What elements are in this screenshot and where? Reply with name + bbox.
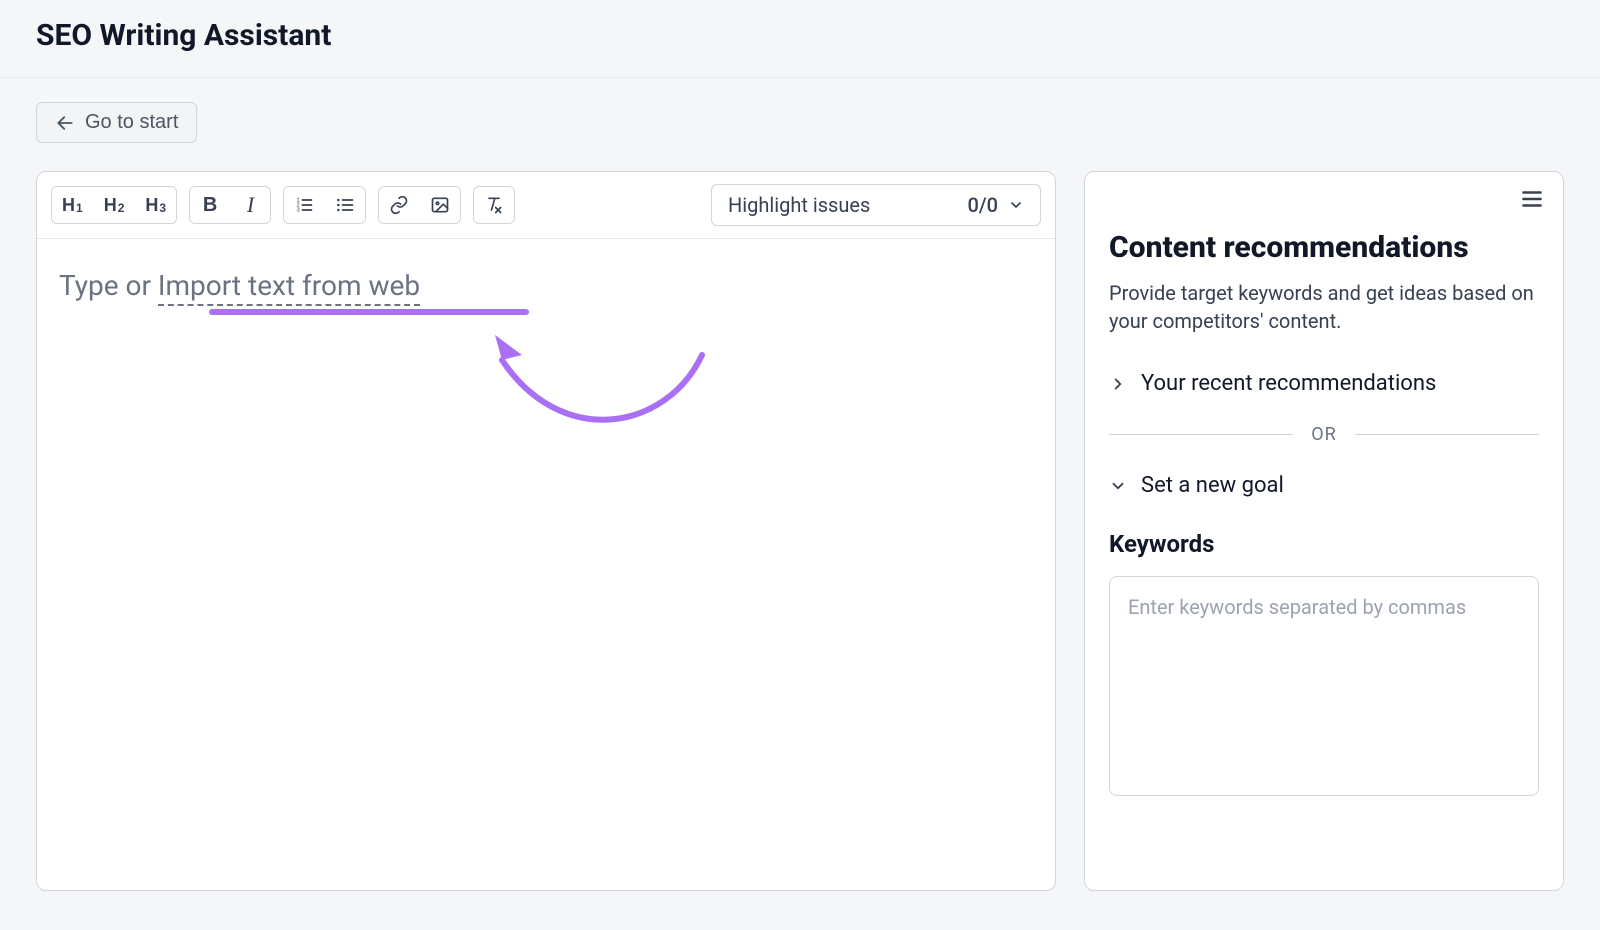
recommendations-panel: Content recommendations Provide target k…: [1084, 171, 1564, 891]
separator-line: [1109, 434, 1293, 435]
keywords-heading: Keywords: [1109, 530, 1539, 558]
editor-panel: H1 H2 H3 B I 123: [36, 171, 1056, 891]
or-separator: OR: [1109, 424, 1539, 445]
chevron-down-icon: [1109, 477, 1127, 495]
recent-recommendations-label: Your recent recommendations: [1141, 371, 1436, 396]
page-header: SEO Writing Assistant: [0, 0, 1600, 78]
set-new-goal-toggle[interactable]: Set a new goal: [1109, 463, 1539, 508]
keywords-input[interactable]: [1109, 576, 1539, 796]
placeholder-prefix: Type or: [59, 269, 158, 302]
editor-body[interactable]: Type or Import text from web: [37, 239, 1055, 890]
or-label: OR: [1311, 424, 1336, 445]
annotation-arrow-icon: [467, 315, 727, 445]
chevron-down-icon: [1008, 197, 1024, 213]
main-area: H1 H2 H3 B I 123: [0, 143, 1600, 919]
ordered-list-button[interactable]: 123: [284, 187, 324, 223]
link-icon: [389, 195, 409, 215]
clear-format-button[interactable]: [474, 187, 514, 223]
chevron-right-icon: [1109, 375, 1127, 393]
highlight-issues-dropdown[interactable]: Highlight issues 0/0: [711, 184, 1041, 226]
go-to-start-button[interactable]: Go to start: [36, 102, 197, 143]
highlight-issues-label: Highlight issues: [728, 193, 870, 217]
recent-recommendations-toggle[interactable]: Your recent recommendations: [1109, 361, 1539, 406]
list-group: 123: [283, 186, 366, 224]
insert-group: [378, 186, 461, 224]
page-title: SEO Writing Assistant: [36, 18, 1564, 53]
go-to-start-label: Go to start: [85, 111, 178, 134]
image-button[interactable]: [419, 187, 460, 223]
bold-button[interactable]: B: [190, 187, 230, 223]
h2-button[interactable]: H2: [93, 187, 135, 223]
link-button[interactable]: [379, 187, 419, 223]
unordered-list-icon: [335, 195, 355, 215]
format-group: B I: [189, 186, 271, 224]
highlight-issues-count: 0/0: [967, 193, 998, 217]
editor-placeholder: Type or Import text from web: [59, 269, 1033, 302]
ordered-list-icon: 123: [294, 195, 314, 215]
italic-icon: I: [247, 192, 254, 218]
heading-group: H1 H2 H3: [51, 186, 177, 224]
italic-button[interactable]: I: [230, 187, 270, 223]
arrow-left-icon: [55, 113, 75, 133]
sub-header: Go to start: [0, 78, 1600, 143]
clear-group: [473, 186, 515, 224]
unordered-list-button[interactable]: [324, 187, 365, 223]
panel-menu-button[interactable]: [1519, 186, 1545, 212]
bold-icon: B: [203, 194, 217, 217]
recommendations-title: Content recommendations: [1109, 230, 1539, 265]
separator-line: [1355, 434, 1539, 435]
image-icon: [430, 195, 450, 215]
set-new-goal-label: Set a new goal: [1141, 473, 1284, 498]
h1-button[interactable]: H1: [52, 187, 93, 223]
editor-toolbar: H1 H2 H3 B I 123: [37, 172, 1055, 239]
clear-format-icon: [484, 195, 504, 215]
h3-button[interactable]: H3: [134, 187, 176, 223]
import-text-link[interactable]: Import text from web: [158, 269, 420, 306]
recommendations-description: Provide target keywords and get ideas ba…: [1109, 279, 1539, 335]
svg-text:3: 3: [297, 208, 300, 214]
